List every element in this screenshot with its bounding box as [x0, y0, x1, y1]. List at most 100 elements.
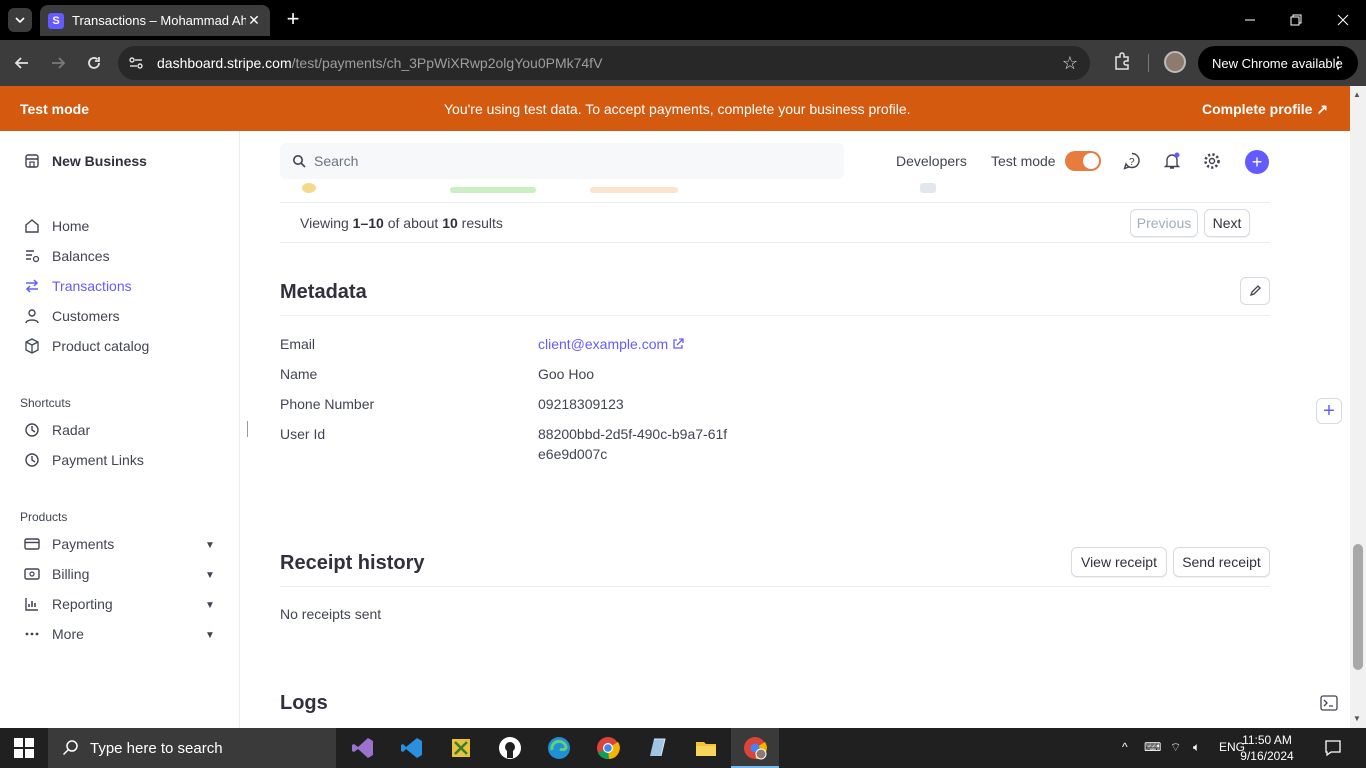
taskbar-search-input[interactable]: Type here to search [48, 728, 336, 768]
toggle-knob [1083, 153, 1099, 169]
send-receipt-button[interactable]: Send receipt [1173, 547, 1270, 577]
metadata-phone-value: 09218309123 [538, 396, 624, 412]
notifications-button[interactable] [1162, 151, 1182, 171]
forward-button[interactable] [46, 51, 70, 75]
scrollbar-thumb[interactable] [1353, 544, 1363, 670]
pagination-suffix: results [457, 215, 503, 231]
file-tool-icon[interactable] [447, 734, 475, 762]
divider [280, 202, 1270, 203]
edit-metadata-button[interactable] [1240, 277, 1270, 305]
test-mode-banner: Test mode You're using test data. To acc… [0, 86, 1350, 131]
sidebar-item-billing[interactable]: Billing [24, 566, 89, 582]
sidebar-item-more[interactable]: More [24, 626, 84, 642]
chevron-down-icon[interactable]: ▼ [205, 600, 215, 611]
chrome-profile-icon[interactable] [741, 734, 769, 762]
chrome-update-button[interactable]: New Chrome available ⋮ [1198, 46, 1358, 80]
sidebar-item-home[interactable]: Home [24, 218, 89, 234]
developers-link[interactable]: Developers [896, 153, 967, 169]
sidebar-item-balances[interactable]: Balances [24, 248, 110, 264]
page-scrollbar[interactable]: ▲ ▼ [1350, 86, 1366, 728]
metadata-label-email: Email [280, 336, 316, 352]
chrome-icon[interactable] [594, 734, 622, 762]
next-page-button[interactable]: Next [1204, 209, 1250, 237]
search-input[interactable]: Search [280, 143, 844, 179]
tab-search-button[interactable] [8, 8, 32, 32]
taskbar-clock[interactable]: 11:50 AM 9/16/2024 [1228, 732, 1306, 764]
browser-titlebar: S Transactions – Mohammad Ahmadi ✕ + [0, 0, 1366, 40]
metadata-title: Metadata [280, 281, 367, 303]
balances-icon [24, 248, 40, 264]
new-tab-button[interactable]: + [282, 8, 304, 31]
shell-button[interactable] [1318, 692, 1340, 714]
sidebar-item-transactions[interactable]: Transactions [24, 278, 132, 294]
chevron-down-icon[interactable]: ▼ [205, 570, 215, 581]
metadata-email-value: client@example.com [538, 336, 669, 352]
taskbar-search-placeholder: Type here to search [90, 739, 223, 757]
external-link-icon [673, 338, 684, 349]
edge-icon[interactable] [545, 734, 573, 762]
no-receipts-text: No receipts sent [280, 606, 382, 622]
sidebar-item-radar[interactable]: Radar [24, 422, 90, 438]
vscode-icon[interactable] [398, 734, 426, 762]
test-mode-toggle[interactable] [1065, 151, 1101, 171]
complete-profile-link[interactable]: Complete profile ↗ [1202, 101, 1328, 118]
extensions-puzzle-icon[interactable] [1112, 51, 1132, 71]
pagination-middle: of about [383, 215, 443, 231]
previous-page-button[interactable]: Previous [1130, 209, 1198, 237]
back-button[interactable] [10, 51, 34, 75]
chrome-menu-icon[interactable]: ⋮ [1330, 53, 1346, 73]
sidebar-item-payments[interactable]: Payments [24, 536, 114, 552]
business-switcher[interactable]: New Business [24, 153, 147, 169]
address-bar[interactable]: dashboard.stripe.com/test/payments/ch_3P… [118, 46, 1090, 80]
metadata-user-id-value: 88200bbd-2d5f-490c-b9a7-61fe6e9d007c [538, 426, 728, 462]
test-mode-label: Test mode [991, 153, 1056, 169]
sidebar-item-label: Reporting [52, 596, 113, 612]
create-button[interactable]: + [1245, 150, 1269, 174]
chevron-down-icon[interactable]: ▼ [205, 540, 215, 551]
sidebar-item-customers[interactable]: Customers [24, 308, 120, 324]
sidebar-item-payment-links[interactable]: Payment Links [24, 452, 144, 468]
browser-tab[interactable]: S Transactions – Mohammad Ahmadi ✕ [40, 5, 270, 36]
metadata-label-name: Name [280, 366, 318, 382]
chevron-down-icon[interactable]: ▼ [205, 630, 215, 641]
pagination-range: 1–10 [352, 215, 384, 231]
products-heading: Products [20, 510, 68, 524]
metadata-email-link[interactable]: client@example.com [538, 336, 684, 352]
github-icon[interactable] [496, 734, 524, 762]
profile-avatar[interactable] [1164, 51, 1186, 73]
minimize-button[interactable] [1238, 8, 1262, 32]
sidebar-item-label: Customers [52, 308, 120, 324]
reload-button[interactable] [82, 51, 106, 75]
scroll-up-icon[interactable]: ▲ [1353, 90, 1361, 99]
notes-app-icon[interactable] [643, 734, 671, 762]
tab-close-icon[interactable]: ✕ [246, 12, 262, 29]
add-shortcut-button[interactable]: + [1316, 398, 1342, 424]
tray-overflow-icon[interactable]: ^ [1122, 740, 1128, 754]
transactions-icon [24, 278, 40, 294]
sidebar-item-product-catalog[interactable]: Product catalog [24, 338, 149, 354]
restore-button[interactable] [1284, 8, 1308, 32]
sidebar-item-label: Payments [52, 536, 115, 552]
volume-icon[interactable]: 🔈︎ [1193, 740, 1200, 755]
sidebar-item-reporting[interactable]: Reporting [24, 596, 113, 612]
notifications-center-icon[interactable] [1324, 739, 1342, 757]
pencil-icon [1249, 285, 1261, 297]
windows-start-icon[interactable] [14, 738, 34, 758]
bookmark-star-icon[interactable]: ☆ [1062, 53, 1078, 74]
sidebar-item-label: Home [52, 218, 90, 234]
home-icon [24, 218, 40, 234]
close-window-button[interactable] [1331, 8, 1355, 32]
file-explorer-icon[interactable] [692, 734, 720, 762]
view-receipt-button[interactable]: View receipt [1071, 547, 1167, 577]
chrome-update-label: New Chrome available [1212, 55, 1343, 71]
banner-message: You're using test data. To accept paymen… [444, 101, 911, 117]
metadata-name-value: Goo Hoo [538, 366, 595, 382]
network-icon[interactable]: ⌔ [1170, 740, 1181, 755]
help-button[interactable]: ? [1122, 151, 1142, 171]
metadata-label-user-id: User Id [280, 426, 326, 442]
settings-button[interactable] [1202, 151, 1222, 171]
keyboard-ime-icon[interactable]: ⌨ [1144, 740, 1161, 754]
close-icon [1337, 14, 1349, 26]
visual-studio-icon[interactable] [349, 734, 377, 762]
scroll-down-icon[interactable]: ▼ [1353, 714, 1361, 723]
